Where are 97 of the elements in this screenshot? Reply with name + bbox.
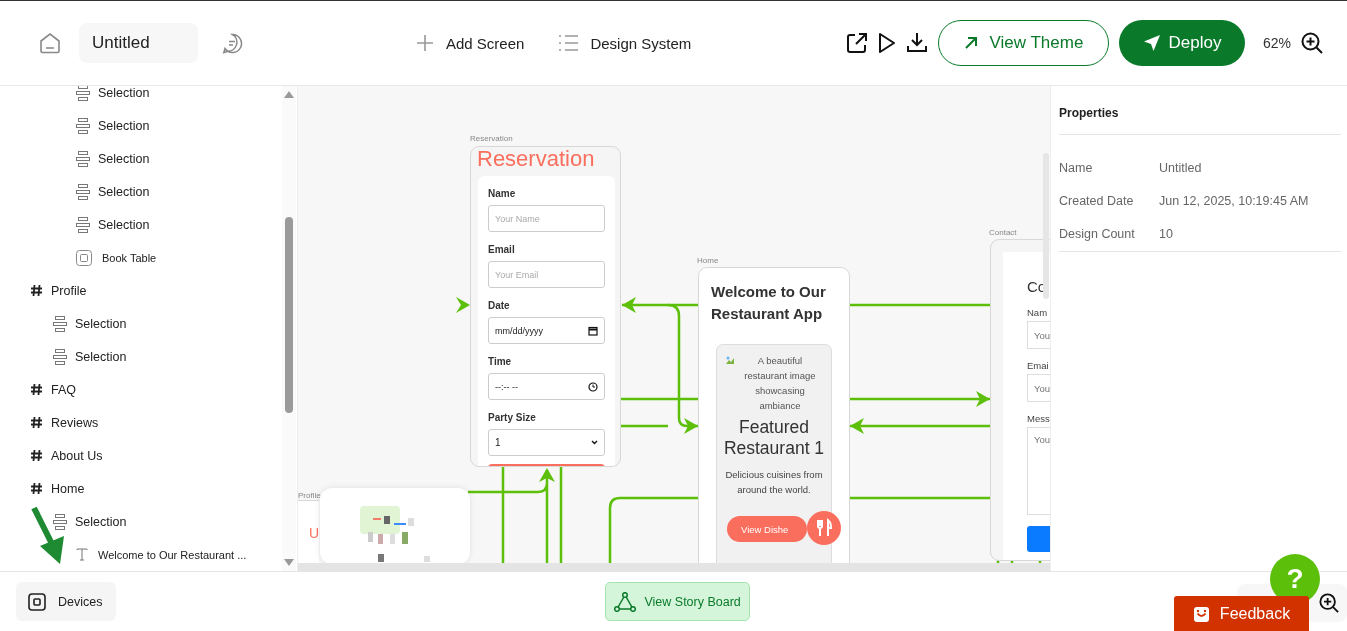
play-icon[interactable]: [877, 32, 896, 54]
card-heading: Featured Restaurant 1: [723, 417, 825, 459]
layer-item[interactable]: Selection: [0, 175, 270, 208]
layer-item[interactable]: Selection: [0, 86, 270, 109]
minimap[interactable]: [320, 488, 470, 564]
design-system-button[interactable]: Design System: [558, 34, 692, 52]
plus-icon: [416, 34, 434, 52]
send-icon: [1142, 34, 1161, 52]
property-label: Name: [1059, 161, 1094, 175]
screen-frame[interactable]: Reservation Name Your Name Email Your Email Date mm/dd/yyyy Time --:-- -- Party Size 1: [470, 146, 621, 467]
button-icon: [76, 249, 92, 266]
section-icon: [53, 348, 67, 365]
layer-item[interactable]: Selection: [0, 208, 270, 241]
property-value: Jun 12, 2025, 10:19:45 AM: [1159, 194, 1310, 208]
screen-heading: Reservation: [476, 147, 596, 171]
home-icon[interactable]: [39, 32, 61, 54]
zoom-in-icon[interactable]: [1319, 593, 1339, 613]
deploy-button[interactable]: Deploy: [1118, 20, 1245, 66]
scrollbar[interactable]: [282, 86, 296, 571]
screen-label: Contact: [989, 228, 1017, 237]
card-text: Delicious cuisines from around the world.: [724, 468, 824, 497]
device-icon: [28, 592, 46, 611]
layer-item[interactable]: Selection: [0, 340, 270, 373]
calendar-icon: [588, 325, 598, 336]
layer-item[interactable]: Book Table: [0, 241, 270, 274]
zoom-level: 62%: [1262, 35, 1291, 51]
add-screen-button[interactable]: Add Screen: [416, 34, 525, 52]
clock-icon: [588, 381, 598, 392]
external-link-icon[interactable]: [845, 32, 868, 54]
panel-title: Properties: [1059, 106, 1341, 135]
text-icon: [76, 548, 88, 561]
input-field[interactable]: You: [1027, 321, 1050, 349]
screen-heading: U: [309, 525, 319, 541]
view-story-board-button[interactable]: View Story Board: [605, 582, 750, 621]
property-value: 10: [1159, 227, 1174, 241]
graph-icon: [614, 591, 637, 612]
section-icon: [53, 315, 67, 332]
layer-item[interactable]: Selection: [0, 505, 270, 538]
smiley-icon: [1192, 605, 1210, 623]
input-field[interactable]: Your Name: [488, 205, 605, 232]
property-value: Untitled: [1159, 161, 1203, 175]
screen-heading: Welcome to Our Restaurant App: [710, 282, 827, 324]
property-label: Created Date: [1059, 194, 1135, 208]
hash-icon: [30, 383, 43, 396]
connector-arrow: [456, 297, 470, 313]
time-field[interactable]: --:-- --: [488, 373, 605, 400]
hash-icon: [30, 449, 43, 462]
field-label: Email: [488, 244, 516, 256]
field-label: Name: [488, 188, 517, 200]
scrollbar[interactable]: [1043, 153, 1049, 299]
section-icon: [76, 216, 90, 233]
field-label: Party Size: [488, 412, 537, 424]
devices-button[interactable]: Devices: [16, 582, 117, 621]
hash-icon: [30, 482, 43, 495]
field-label: Date: [488, 300, 511, 312]
view-theme-button[interactable]: View Theme: [937, 20, 1109, 66]
screen-label: Reservation: [470, 134, 513, 143]
layer-item[interactable]: Selection: [0, 142, 270, 175]
hash-icon: [30, 284, 43, 297]
property-label: Design Count: [1059, 227, 1136, 241]
section-icon: [76, 150, 90, 167]
layer-item[interactable]: Profile: [0, 274, 270, 307]
arrow-up-right-icon: [963, 36, 978, 50]
input-field[interactable]: You: [1027, 374, 1050, 402]
layer-item[interactable]: FAQ: [0, 373, 270, 406]
layer-item[interactable]: About Us: [0, 439, 270, 472]
select-field[interactable]: 1: [488, 429, 605, 456]
layer-item[interactable]: Selection: [0, 307, 270, 340]
layer-item[interactable]: Selection: [0, 109, 270, 142]
scrollbar[interactable]: [298, 563, 1050, 571]
layer-item[interactable]: Reviews: [0, 406, 270, 439]
field-label: Nam: [1027, 307, 1049, 318]
zoom-in-icon[interactable]: [1301, 32, 1323, 54]
minimap-drawing: [360, 506, 432, 562]
list-icon: [558, 34, 579, 52]
section-icon: [53, 513, 67, 530]
screen-label: Profile: [298, 491, 321, 500]
section-icon: [76, 183, 90, 200]
input-field[interactable]: Your Email: [488, 261, 605, 288]
layer-item[interactable]: Home: [0, 472, 270, 505]
broken-image-icon: [725, 355, 735, 365]
field-label: Mess: [1027, 413, 1050, 424]
screen-label: Home: [697, 256, 719, 265]
utensils-icon[interactable]: [807, 511, 841, 545]
project-title-field[interactable]: Untitled: [79, 23, 198, 63]
date-field[interactable]: mm/dd/yyyy: [488, 317, 605, 344]
message-field[interactable]: You: [1027, 427, 1050, 515]
caret-icon: [591, 440, 598, 445]
layer-item[interactable]: Welcome to Our Restaurant ...: [0, 538, 270, 571]
feedback-button[interactable]: Feedback: [1174, 596, 1309, 631]
download-icon[interactable]: [905, 32, 928, 54]
section-icon: [76, 117, 90, 134]
field-label: Emai: [1027, 360, 1050, 371]
section-icon: [76, 86, 90, 101]
hash-icon: [30, 416, 43, 429]
image-alt-text: A beautiful restaurant image showcasing ambiance: [743, 354, 817, 413]
field-label: Time: [488, 356, 513, 368]
